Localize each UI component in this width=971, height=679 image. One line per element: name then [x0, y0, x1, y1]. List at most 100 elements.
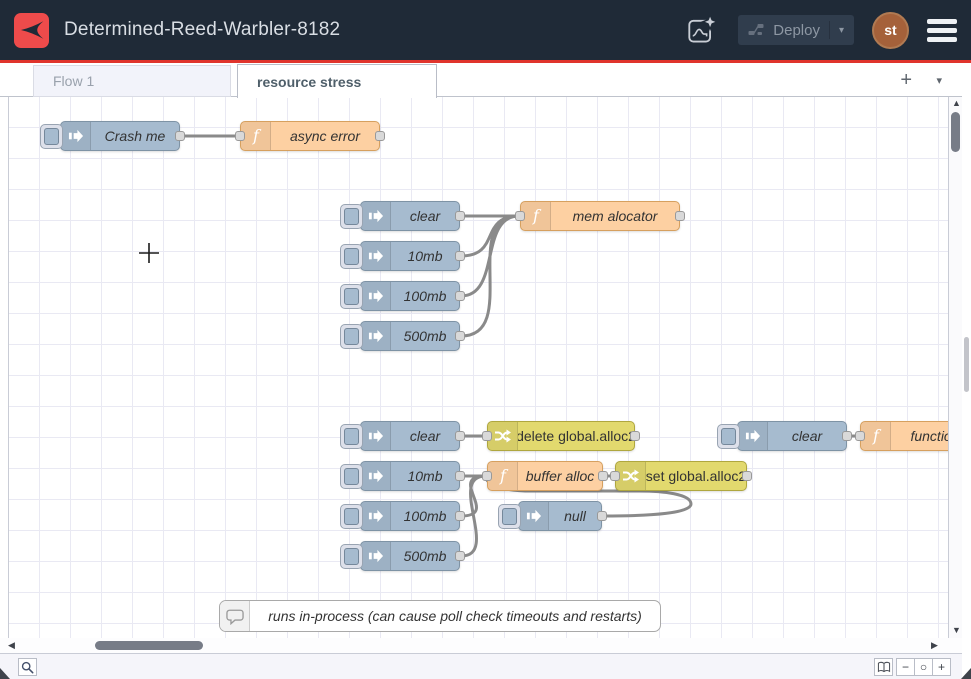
node-inject[interactable]: clear	[360, 201, 460, 231]
output-port[interactable]	[455, 431, 465, 441]
output-port[interactable]	[455, 471, 465, 481]
canvas-horizontal-scrollbar[interactable]: ◀ ▶	[0, 638, 962, 653]
function-icon: f	[528, 207, 544, 225]
node-label: 500mb	[391, 322, 459, 350]
zoom-in-button[interactable]: +	[932, 658, 951, 676]
ai-assistant-button[interactable]	[684, 12, 720, 48]
node-label: Crash me	[91, 122, 179, 150]
scroll-right-icon[interactable]: ▶	[931, 641, 938, 650]
scroll-down-icon[interactable]: ▼	[952, 626, 961, 635]
scroll-left-icon[interactable]: ◀	[8, 641, 15, 650]
node-inject[interactable]: 10mb	[360, 241, 460, 271]
inject-button[interactable]	[717, 424, 740, 449]
user-avatar[interactable]: st	[872, 12, 909, 49]
node-inject[interactable]: 500mb	[360, 321, 460, 351]
inject-button[interactable]	[340, 204, 363, 229]
output-port[interactable]	[742, 471, 752, 481]
horizontal-scroll-thumb[interactable]	[95, 641, 203, 650]
output-port[interactable]	[175, 131, 185, 141]
output-port[interactable]	[455, 551, 465, 561]
node-inject[interactable]: 10mb	[360, 461, 460, 491]
deploy-options-caret-icon[interactable]: ▾	[829, 21, 844, 39]
tab-list-caret-icon[interactable]: ▾	[936, 63, 942, 97]
node-function[interactable]: ffunction	[860, 421, 948, 451]
node-function[interactable]: fasync error	[240, 121, 380, 151]
output-port[interactable]	[375, 131, 385, 141]
node-function[interactable]: f mem alocator	[520, 201, 680, 231]
output-port[interactable]	[455, 251, 465, 261]
inject-button[interactable]	[340, 464, 363, 489]
navigator-button[interactable]	[874, 658, 893, 676]
input-port[interactable]	[482, 431, 492, 441]
hamburger-menu-icon[interactable]	[927, 19, 957, 42]
node-label: function	[891, 422, 948, 450]
tab-resource-stress[interactable]: resource stress	[237, 64, 437, 98]
input-port[interactable]	[855, 431, 865, 441]
page-scroll-thumb[interactable]	[964, 337, 969, 392]
output-port[interactable]	[597, 511, 607, 521]
svg-text:f: f	[532, 207, 542, 225]
node-inject[interactable]: null	[518, 501, 602, 531]
output-port[interactable]	[630, 431, 640, 441]
zoom-reset-button[interactable]: ○	[914, 658, 933, 676]
node-inject[interactable]: Crash me	[60, 121, 180, 151]
inject-arrow-icon	[368, 208, 384, 224]
node-label: clear	[768, 422, 846, 450]
map-book-icon	[877, 661, 891, 673]
inject-button[interactable]	[340, 324, 363, 349]
inject-button-face	[344, 548, 359, 565]
output-port[interactable]	[455, 291, 465, 301]
output-port[interactable]	[455, 331, 465, 341]
logo-fork-icon	[19, 17, 45, 43]
inject-button[interactable]	[340, 244, 363, 269]
page-scrollbar[interactable]	[962, 63, 971, 679]
inject-arrow-icon	[745, 428, 761, 444]
input-port[interactable]	[482, 471, 492, 481]
output-port[interactable]	[598, 471, 608, 481]
zoom-out-button[interactable]: −	[896, 658, 915, 676]
node-inject[interactable]: clear	[360, 421, 460, 451]
input-port[interactable]	[515, 211, 525, 221]
output-port[interactable]	[842, 431, 852, 441]
vertical-scroll-thumb[interactable]	[951, 112, 960, 152]
output-port[interactable]	[455, 511, 465, 521]
canvas-vertical-scrollbar[interactable]: ▲ ▼	[948, 97, 962, 638]
resize-grip[interactable]	[961, 668, 971, 679]
inject-arrow-icon	[368, 428, 384, 444]
node-label: runs in-process (can cause poll check ti…	[250, 601, 660, 631]
node-change[interactable]: delete global.alloc2	[487, 421, 635, 451]
flowfuse-logo-icon[interactable]	[14, 13, 49, 48]
scroll-up-icon[interactable]: ▲	[952, 99, 961, 108]
node-function[interactable]: fbuffer alloc	[487, 461, 603, 491]
node-inject[interactable]: clear	[737, 421, 847, 451]
node-inject[interactable]: 100mb	[360, 501, 460, 531]
node-comment[interactable]: runs in-process (can cause poll check ti…	[219, 600, 661, 632]
flow-tabbar: Flow 1 resource stress + ▾	[0, 63, 962, 97]
function-icon: f	[248, 127, 264, 145]
flow-canvas[interactable]: Crash me fasync error clear 10mb 100mb 500mb f…	[9, 97, 948, 638]
output-port[interactable]	[675, 211, 685, 221]
inject-button[interactable]	[40, 124, 63, 149]
tab-flow-1[interactable]: Flow 1	[33, 65, 231, 97]
deploy-button[interactable]: Deploy ▾	[738, 15, 854, 45]
inject-button-face	[502, 508, 517, 525]
inject-button[interactable]	[340, 424, 363, 449]
inject-arrow-icon	[368, 468, 384, 484]
output-port[interactable]	[455, 211, 465, 221]
search-button[interactable]	[18, 658, 37, 676]
inject-button[interactable]	[340, 504, 363, 529]
inject-button[interactable]	[340, 284, 363, 309]
input-port[interactable]	[610, 471, 620, 481]
node-inject[interactable]: 100mb	[360, 281, 460, 311]
node-label: 10mb	[391, 462, 459, 490]
node-label: mem alocator	[551, 202, 679, 230]
node-inject[interactable]: 500mb	[360, 541, 460, 571]
input-port[interactable]	[235, 131, 245, 141]
inject-button[interactable]	[498, 504, 521, 529]
inject-button-face	[44, 128, 59, 145]
header-bar: Determined-Reed-Warbler-8182 Deploy	[0, 0, 971, 60]
add-flow-button[interactable]: +	[900, 63, 912, 97]
inject-button[interactable]	[340, 544, 363, 569]
inject-arrow-icon	[68, 128, 84, 144]
node-change[interactable]: set global.alloc2	[615, 461, 747, 491]
